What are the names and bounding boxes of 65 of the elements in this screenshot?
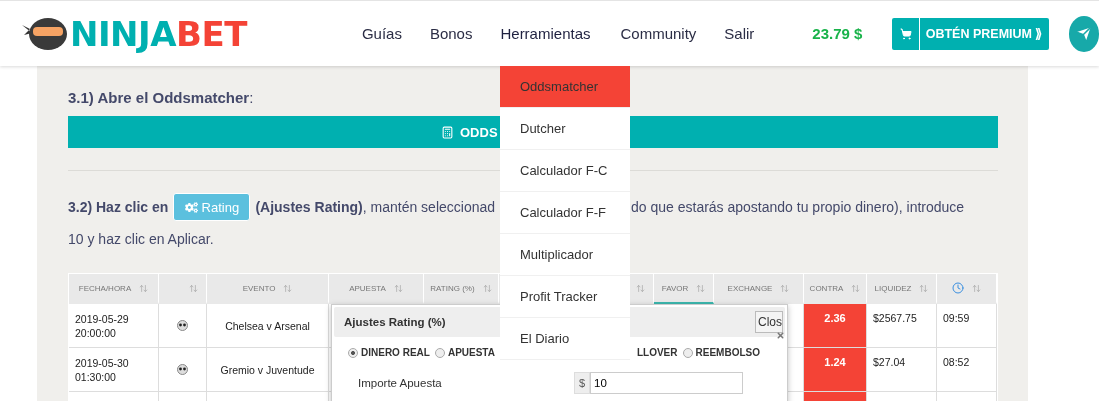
- date-cell: 2019-05-29 20:00:00: [69, 304, 159, 348]
- paper-plane-icon: [1074, 24, 1093, 43]
- currency-addon: $: [574, 372, 590, 394]
- nav-link[interactable]: Salir: [724, 25, 755, 42]
- event-cell: Gremio v Juventude: [207, 348, 329, 392]
- step-heading: 3.2) Haz clic en: [68, 199, 169, 215]
- sort-icon: [919, 283, 929, 293]
- column-header[interactable]: CONTRA: [804, 274, 867, 304]
- soccer-ball-icon: [177, 320, 188, 331]
- nav-link[interactable]: Guías: [361, 25, 402, 42]
- sort-icon: [283, 283, 293, 293]
- menu-item[interactable]: Oddsmatcher: [500, 66, 630, 108]
- instruction-text: (Ajustes Rating), mantén seleccionad: [255, 199, 496, 215]
- dialog-title: Ajustes Rating (%): [344, 316, 446, 328]
- sort-icon: [139, 283, 149, 293]
- column-header[interactable]: EXCHANGE: [714, 274, 804, 304]
- date-cell: 2019-05-30 01:30:00: [69, 348, 159, 392]
- odds-cell: 1.24: [804, 348, 867, 392]
- clock-icon: [952, 282, 964, 294]
- close-button[interactable]: Clos: [755, 311, 783, 333]
- time-cell: 08:52: [937, 348, 997, 392]
- nav-link[interactable]: Community: [620, 25, 697, 42]
- amount-input[interactable]: 10: [590, 372, 743, 394]
- sort-icon: [189, 283, 198, 293]
- field-label: Importe Apuesta: [358, 377, 443, 389]
- telegram-button[interactable]: [1068, 15, 1099, 52]
- radio-label: REEMBOLSO: [695, 347, 760, 358]
- radio-label: LLOVER: [636, 347, 678, 358]
- radio-label: APUESTA: [447, 347, 495, 358]
- sort-icon: [393, 283, 403, 293]
- event-cell: Chelsea v Arsenal: [207, 304, 329, 348]
- instruction-text: do que estarás apostando tu propio dinero), introduce: [631, 199, 966, 215]
- column-header[interactable]: APUESTA: [329, 274, 424, 304]
- liquidity-cell: $2567.75: [867, 304, 937, 348]
- gears-icon: [184, 200, 198, 214]
- radio-button[interactable]: [348, 347, 358, 358]
- column-header[interactable]: EVENTO: [207, 274, 329, 304]
- nav-link[interactable]: Bonos: [429, 25, 473, 42]
- soccer-ball-icon: [177, 364, 188, 375]
- odds-cell: 2.36: [804, 304, 867, 348]
- column-header[interactable]: LIQUIDEZ: [867, 274, 937, 304]
- cart-button[interactable]: [892, 17, 919, 50]
- calculator-icon: [441, 125, 454, 139]
- radio-button[interactable]: [434, 347, 445, 358]
- cart-icon: [899, 27, 912, 40]
- sort-icon: [972, 283, 981, 293]
- radio-button[interactable]: [682, 347, 693, 358]
- time-cell: 09:59: [937, 304, 997, 348]
- sort-icon: [636, 283, 645, 293]
- column-header[interactable]: [937, 274, 997, 304]
- step-heading: 3.1) Abre el Oddsmatcher:: [68, 88, 255, 108]
- sort-icon: [851, 283, 861, 293]
- instruction-text: 10 y haz clic en Aplicar.: [68, 231, 214, 247]
- sort-icon: [696, 283, 706, 293]
- sort-icon: [780, 283, 790, 293]
- nav-link[interactable]: Herramientas: [500, 25, 591, 42]
- column-header[interactable]: FECHA/HORA: [69, 274, 159, 304]
- radio-label: DINERO REAL: [361, 347, 430, 358]
- close-icon[interactable]: [776, 331, 785, 340]
- liquidity-cell: $27.04: [867, 348, 937, 392]
- balance: 23.79 $: [812, 25, 863, 42]
- column-header[interactable]: FAVOR: [654, 274, 714, 304]
- column-header[interactable]: RATING (%): [424, 274, 499, 304]
- sort-icon: [482, 283, 492, 293]
- logo-wordmark[interactable]: NINJABET: [70, 13, 247, 54]
